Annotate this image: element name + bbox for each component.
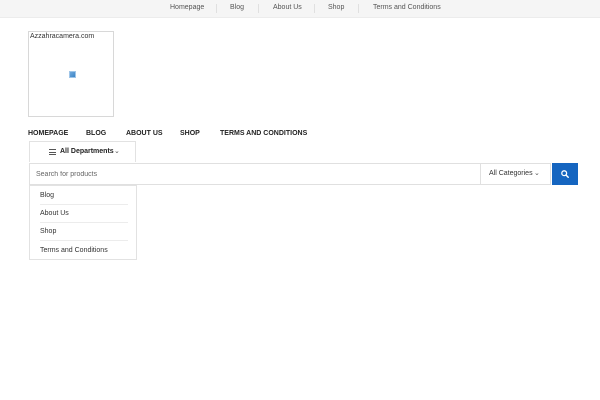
topbar-separator (258, 4, 259, 13)
site-logo[interactable]: Azzahracamera.com (28, 31, 114, 117)
topbar-separator (314, 4, 315, 13)
all-departments-button[interactable]: All Departments ⌄ (29, 141, 136, 162)
topbar-link-terms[interactable]: Terms and Conditions (373, 4, 441, 11)
topbar-separator (216, 4, 217, 13)
main-nav-about-us[interactable]: ABOUT US (126, 130, 163, 137)
main-nav-shop[interactable]: SHOP (180, 130, 200, 137)
department-item-blog[interactable]: Blog (40, 187, 128, 205)
department-item-terms[interactable]: Terms and Conditions (40, 242, 128, 260)
search-icon (561, 170, 569, 178)
main-nav-homepage[interactable]: HOMEPAGE (28, 130, 68, 137)
topbar-separator (358, 4, 359, 13)
topbar-link-blog[interactable]: Blog (230, 4, 244, 11)
topbar-link-homepage[interactable]: Homepage (170, 4, 204, 11)
broken-image-icon (69, 71, 76, 78)
search-button[interactable] (552, 163, 578, 185)
departments-dropdown: Blog About Us Shop Terms and Conditions (29, 185, 137, 260)
topbar-link-about-us[interactable]: About Us (273, 4, 302, 11)
search-bar: All Categories ⌄ (29, 163, 551, 185)
logo-alt-text: Azzahracamera.com (30, 33, 95, 40)
all-departments-label: All Departments (60, 148, 114, 155)
hamburger-icon (49, 149, 56, 155)
search-input[interactable] (30, 164, 480, 184)
chevron-down-icon: ⌄ (534, 170, 540, 177)
topbar-link-shop[interactable]: Shop (328, 4, 344, 11)
main-nav-terms[interactable]: TERMS AND CONDITIONS (220, 130, 307, 137)
category-select[interactable]: All Categories ⌄ (480, 164, 551, 184)
department-item-shop[interactable]: Shop (40, 223, 128, 241)
top-utility-bar: Homepage Blog About Us Shop Terms and Co… (0, 0, 600, 18)
category-select-value: All Categories (489, 170, 533, 177)
department-item-about-us[interactable]: About Us (40, 205, 128, 223)
main-nav-blog[interactable]: BLOG (86, 130, 106, 137)
chevron-down-icon: ⌄ (114, 148, 120, 155)
